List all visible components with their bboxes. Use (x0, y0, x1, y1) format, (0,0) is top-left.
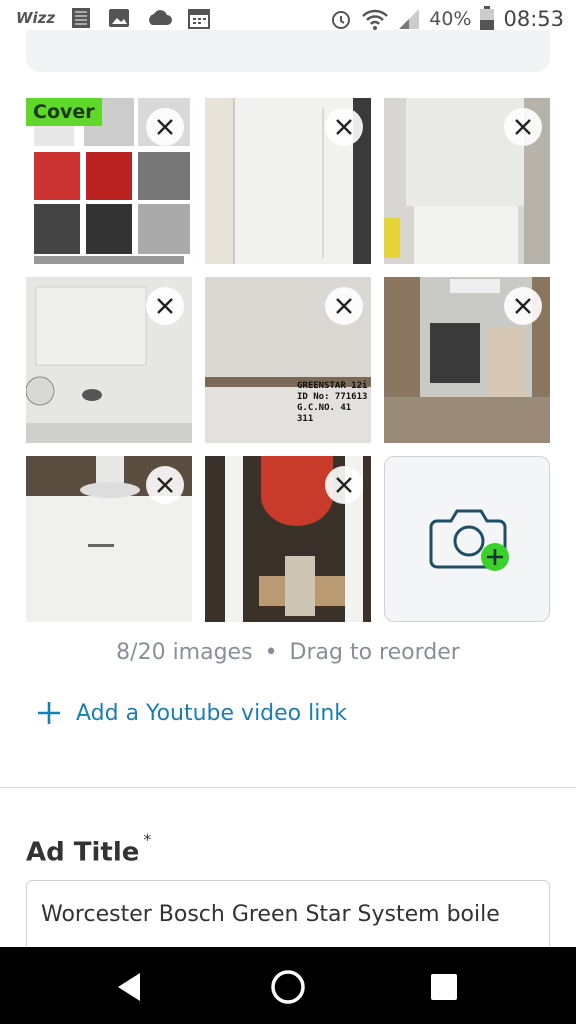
section-divider (0, 787, 576, 788)
separator-dot: • (264, 640, 278, 665)
signal-icon (399, 9, 420, 29)
photo-boiler-label[interactable]: GREENSTAR 12i ID No: 771613 G.C.NO. 41 3… (205, 277, 371, 443)
remove-photo-button[interactable] (325, 466, 363, 504)
previous-section-card (26, 30, 550, 72)
add-photo-button[interactable] (384, 456, 550, 622)
gallery-icon (109, 9, 130, 27)
plus-icon (38, 702, 60, 724)
image-count: 8/20 images (116, 640, 253, 665)
label-line-1: GREENSTAR 12i (297, 381, 368, 391)
navigation-bar (0, 947, 576, 1024)
ad-title-text: Ad Title (26, 837, 140, 868)
photo-boiler-expansion-vessel[interactable] (205, 456, 371, 622)
close-icon (515, 298, 531, 314)
home-button[interactable] (268, 967, 308, 1007)
close-icon (157, 298, 173, 314)
cover-badge: Cover (26, 98, 102, 126)
close-icon (515, 119, 531, 135)
back-icon (118, 973, 140, 1001)
clock: 08:53 (503, 7, 564, 31)
photo-boiler-installed[interactable] (384, 98, 550, 264)
calendar-icon (188, 9, 211, 29)
photo-boiler-top[interactable] (26, 456, 192, 622)
close-icon (157, 119, 173, 135)
camera-plus-icon (429, 509, 509, 571)
home-icon (271, 970, 305, 1004)
cloud-icon (149, 10, 173, 25)
back-button[interactable] (110, 967, 150, 1007)
sim-icon (72, 8, 91, 28)
wifi-icon (362, 9, 389, 30)
remove-photo-button[interactable] (146, 466, 184, 504)
required-mark: * (143, 830, 152, 849)
remove-photo-button[interactable] (504, 287, 542, 325)
close-icon (336, 477, 352, 493)
ad-title-label: Ad Title * (26, 830, 151, 868)
add-youtube-link[interactable]: Add a Youtube video link (36, 700, 347, 726)
remove-photo-button[interactable] (325, 287, 363, 325)
photo-boiler-front[interactable] (205, 98, 371, 264)
close-icon (157, 477, 173, 493)
photo-boiler-internals[interactable] (384, 277, 550, 443)
battery-icon (480, 6, 495, 31)
remove-photo-button[interactable] (504, 108, 542, 146)
carrier-logo: Wizz (16, 9, 56, 27)
appliance-label: GREENSTAR 12i ID No: 771613 G.C.NO. 41 3… (297, 381, 371, 425)
ad-title-value: Worcester Bosch Green Star System boile (41, 902, 500, 927)
close-icon (336, 119, 352, 135)
reorder-hint: Drag to reorder (289, 640, 460, 665)
image-counter: 8/20 images • Drag to reorder (0, 640, 576, 665)
photo-boiler-controls[interactable] (26, 277, 192, 443)
recents-button[interactable] (424, 967, 464, 1007)
close-icon (336, 298, 352, 314)
photo-collage[interactable]: Cover (26, 98, 192, 264)
battery-percent: 40% (429, 8, 472, 30)
label-line-3: G.C.NO. 41 311 (297, 403, 352, 424)
alarm-icon (332, 11, 351, 29)
recents-icon (431, 974, 457, 1000)
remove-photo-button[interactable] (146, 287, 184, 325)
label-line-2: ID No: 771613 (297, 392, 368, 402)
add-youtube-link-label: Add a Youtube video link (76, 700, 348, 726)
remove-photo-button[interactable] (146, 108, 184, 146)
remove-photo-button[interactable] (325, 108, 363, 146)
